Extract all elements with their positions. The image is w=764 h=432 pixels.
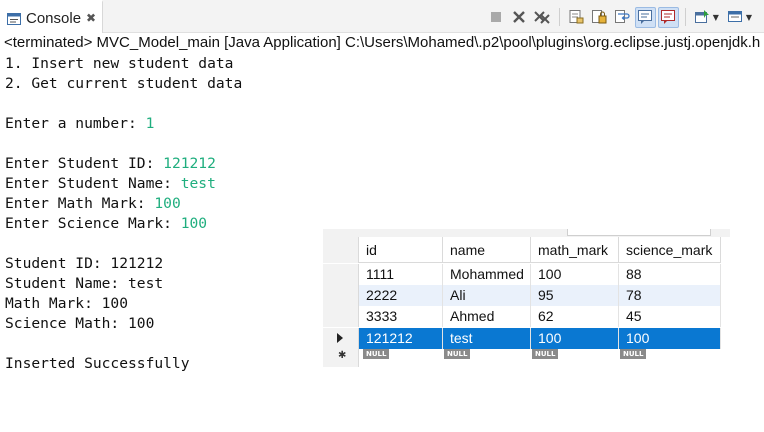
scroll-lock-icon (592, 10, 607, 24)
column-header-science-mark[interactable]: science_mark (619, 237, 721, 263)
user-input-text: 1 (145, 115, 155, 132)
cell-science-mark[interactable]: 45 (619, 306, 721, 327)
tab-console-label: Console (26, 10, 82, 27)
toolbar-separator (558, 8, 560, 26)
new-row-asterisk-icon: ✱ (338, 350, 347, 361)
clear-console-icon (569, 10, 584, 24)
pin-console-icon (695, 10, 710, 23)
toolbar-separator (684, 8, 686, 26)
console-view-tabbar: Console ✖ ▼ ▼ (0, 0, 764, 33)
cell-math-mark[interactable]: 100 (531, 328, 619, 349)
close-icon[interactable]: ✖ (86, 11, 96, 25)
cell-name[interactable]: Ali (443, 285, 531, 306)
cell-name[interactable]: Ahmed (443, 306, 531, 327)
console-icon (7, 13, 21, 25)
console-line: Enter Science Mark: 100 (5, 214, 242, 234)
result-grid: id name math_mark science_mark 1111 Moha… (323, 229, 730, 375)
table-row[interactable]: 3333 Ahmed 62 45 (323, 306, 721, 327)
console-line: 2. Get current student data (5, 75, 243, 92)
console-line: Enter Student Name: test (5, 174, 242, 194)
row-selector[interactable]: ✱ (323, 349, 359, 367)
word-wrap-button[interactable] (612, 7, 633, 28)
show-console-on-stdout-button[interactable] (634, 6, 656, 28)
prompt-text: Enter Science Mark: (5, 215, 181, 232)
table-row[interactable]: 2222 Ali 95 78 (323, 285, 721, 306)
console-line: Inserted Successfully (5, 355, 190, 372)
word-wrap-icon (615, 10, 630, 23)
null-badge: NULL (620, 349, 647, 359)
remove-all-terminated-button[interactable] (532, 7, 553, 28)
new-row[interactable]: ✱ NULL NULL NULL NULL (323, 349, 721, 367)
console-line: Student Name: test (5, 275, 164, 292)
terminate-icon (491, 12, 502, 22)
table-row-selected[interactable]: 121212 test 100 100 (323, 328, 721, 349)
terminate-button[interactable] (486, 7, 507, 28)
scroll-lock-button[interactable] (589, 7, 610, 28)
prompt-text: Enter Student ID: (5, 155, 164, 172)
prompt-text: Enter Student Name: (5, 175, 181, 192)
current-row-pointer-icon (337, 333, 343, 343)
user-input-text: 100 (180, 215, 208, 232)
console-line: 1. Insert new student data (5, 55, 234, 72)
cell-science-mark[interactable]: 100 (619, 328, 721, 349)
cell-math-mark[interactable]: 62 (531, 306, 619, 327)
display-selected-console-button[interactable] (725, 7, 746, 28)
cell-name[interactable]: test (443, 328, 531, 349)
row-selector[interactable] (323, 285, 359, 306)
tab-console[interactable]: Console ✖ (0, 0, 103, 33)
console-line: Student ID: 121212 (5, 255, 164, 272)
grid-toolbar-strip (323, 229, 730, 237)
null-badge: NULL (363, 349, 390, 359)
column-header-name[interactable]: name (443, 237, 531, 263)
console-line: Math Mark: 100 (5, 295, 129, 312)
show-console-on-stdout-icon (638, 10, 653, 24)
grid-corner (323, 237, 359, 263)
user-input-text: 121212 (163, 155, 216, 172)
cell-name[interactable]: Mohammed (443, 264, 531, 285)
prompt-text: Enter Math Mark: (5, 195, 155, 212)
display-selected-console-icon (728, 11, 743, 22)
filter-field[interactable] (567, 229, 711, 236)
chevron-down-icon[interactable]: ▼ (746, 13, 752, 22)
clear-console-button[interactable] (566, 7, 587, 28)
chevron-down-icon[interactable]: ▼ (713, 13, 719, 22)
table-row[interactable]: 1111 Mohammed 100 88 (323, 264, 721, 285)
console-line: Enter Student ID: 121212 (5, 154, 242, 174)
console-line: Enter Math Mark: 100 (5, 194, 242, 214)
cell-id[interactable]: 121212 (359, 328, 443, 349)
column-header-math-mark[interactable]: math_mark (531, 237, 619, 263)
pin-console-button[interactable] (692, 7, 713, 28)
remove-launch-icon (513, 11, 526, 23)
cell-id[interactable]: 1111 (359, 264, 443, 285)
null-badge: NULL (532, 349, 559, 359)
row-selector[interactable] (323, 264, 359, 285)
cell-science-mark[interactable]: 78 (619, 285, 721, 306)
user-input-text: test (180, 175, 216, 192)
cell-science-mark[interactable]: 88 (619, 264, 721, 285)
user-input-text: 100 (154, 195, 181, 212)
cell-math-mark[interactable]: 100 (531, 264, 619, 285)
remove-all-terminated-icon (534, 11, 550, 24)
console-line: Science Math: 100 (5, 315, 155, 332)
row-selector[interactable] (323, 306, 359, 327)
column-header-id[interactable]: id (359, 237, 443, 263)
row-selector[interactable] (323, 328, 359, 349)
console-line: Enter a number: 1 (5, 114, 242, 134)
prompt-text: Enter a number: (5, 115, 146, 132)
cell-math-mark[interactable]: 95 (531, 285, 619, 306)
console-output[interactable]: 1. Insert new student data 2. Get curren… (5, 54, 242, 374)
cell-id[interactable]: 2222 (359, 285, 443, 306)
remove-launch-button[interactable] (509, 7, 530, 28)
show-console-on-stderr-icon (661, 10, 676, 24)
console-toolbar: ▼ ▼ (486, 6, 756, 28)
process-status-label: <terminated> MVC_Model_main [Java Applic… (4, 34, 761, 51)
cell-id[interactable]: 3333 (359, 306, 443, 327)
null-badge: NULL (444, 349, 471, 359)
grid-header-row: id name math_mark science_mark (323, 237, 721, 263)
show-console-on-stderr-button[interactable] (657, 6, 679, 28)
